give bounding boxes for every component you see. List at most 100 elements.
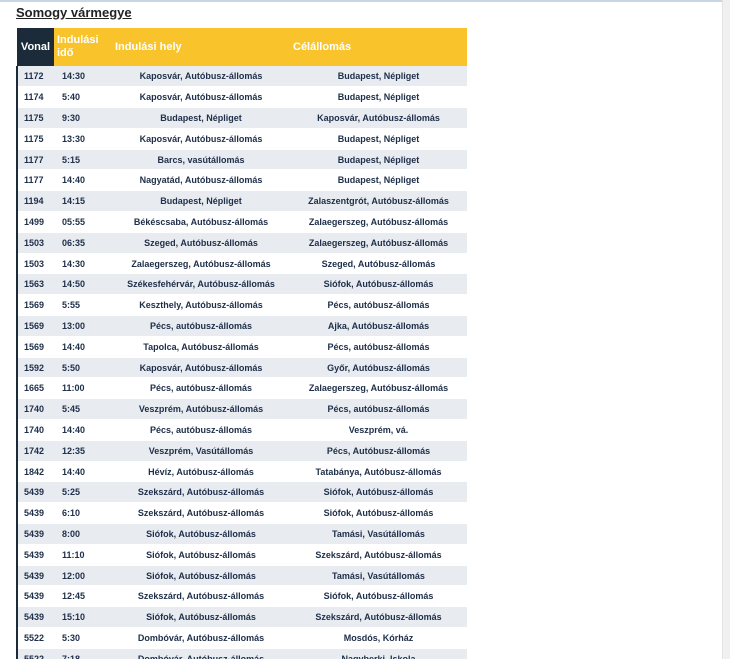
cell-to: Tamási, Vasútállomás — [290, 523, 467, 545]
timetable: Vonal Indulási idő Indulási hely Célállo… — [16, 28, 467, 659]
cell-line: 5522 — [16, 627, 54, 649]
cell-to: Ajka, Autóbusz-állomás — [290, 315, 467, 337]
cell-line: 1569 — [16, 294, 54, 317]
cell-time: 14:50 — [54, 273, 112, 296]
cell-line: 1172 — [16, 66, 54, 88]
cell-from: Szekszárd, Autóbusz-állomás — [112, 585, 290, 608]
cell-time: 05:55 — [54, 211, 112, 233]
cell-line: 1174 — [16, 86, 54, 109]
cell-time: 15:10 — [54, 606, 112, 629]
cell-time: 06:35 — [54, 232, 112, 254]
cell-line: 1842 — [16, 461, 54, 483]
cell-from: Szeged, Autóbusz-állomás — [112, 232, 290, 254]
cell-line: 1563 — [16, 273, 54, 296]
cell-time: 11:00 — [54, 377, 112, 400]
cell-time: 5:15 — [54, 149, 112, 171]
cell-from: Budapest, Népliget — [112, 190, 290, 213]
cell-from: Keszthely, Autóbusz-állomás — [112, 294, 290, 317]
cell-to: Tamási, Vasútállomás — [290, 565, 467, 587]
cell-to: Pécs, autóbusz-állomás — [290, 336, 467, 358]
cell-from: Szekszárd, Autóbusz-állomás — [112, 502, 290, 525]
table-row: 1569 13:00 Pécs, autóbusz-állomás Ajka, Aut… — [16, 315, 467, 337]
cell-to: Siófok, Autóbusz-állomás — [290, 481, 467, 504]
cell-to: Zalaegerszeg, Autóbusz-állomás — [290, 377, 467, 400]
cell-from: Veszprém, Vasútállomás — [112, 440, 290, 462]
cell-time: 5:50 — [54, 357, 112, 379]
cell-time: 5:55 — [54, 294, 112, 317]
cell-time: 11:10 — [54, 544, 112, 566]
cell-line: 1177 — [16, 149, 54, 171]
cell-line: 5522 — [16, 648, 54, 659]
table-row: 1740 14:40 Pécs, autóbusz-állomás Veszprém,… — [16, 419, 467, 441]
cell-line: 5439 — [16, 523, 54, 545]
cell-from: Dombóvár, Autóbusz-állomás — [112, 627, 290, 649]
table-row: 1194 14:15 Budapest, Népliget Zalaszentgrót… — [16, 190, 467, 213]
table-row: 5439 5:25 Szekszárd, Autóbusz-állomás Siófo… — [16, 481, 467, 504]
top-border — [0, 0, 730, 2]
cell-from: Székesfehérvár, Autóbusz-állomás — [112, 273, 290, 296]
cell-time: 12:45 — [54, 585, 112, 608]
table-row: 1175 13:30 Kaposvár, Autóbusz-állomás Budap… — [16, 128, 467, 150]
cell-to: Budapest, Népliget — [290, 128, 467, 150]
cell-to: Tatabánya, Autóbusz-állomás — [290, 461, 467, 483]
cell-line: 1592 — [16, 357, 54, 379]
cell-time: 5:40 — [54, 86, 112, 109]
cell-from: Dombóvár, Autóbusz-állomás — [112, 648, 290, 659]
header-departure-time: Indulási idő — [54, 28, 112, 66]
cell-line: 1665 — [16, 377, 54, 400]
cell-to: Szekszárd, Autóbusz-állomás — [290, 544, 467, 566]
cell-to: Siófok, Autóbusz-állomás — [290, 502, 467, 525]
cell-time: 14:40 — [54, 419, 112, 441]
header-destination: Célállomás — [290, 28, 467, 66]
cell-time: 13:30 — [54, 128, 112, 150]
cell-to: Budapest, Népliget — [290, 149, 467, 171]
table-row: 1665 11:00 Pécs, autóbusz-állomás Zalaegers… — [16, 377, 467, 400]
cell-line: 5439 — [16, 585, 54, 608]
cell-line: 5439 — [16, 502, 54, 525]
page-scrollbar[interactable] — [722, 0, 730, 659]
cell-to: Szeged, Autóbusz-állomás — [290, 253, 467, 275]
cell-line: 1740 — [16, 419, 54, 441]
cell-time: 9:30 — [54, 107, 112, 129]
cell-from: Pécs, autóbusz-állomás — [112, 315, 290, 337]
table-header-row: Vonal Indulási idő Indulási hely Célállo… — [17, 28, 467, 66]
cell-line: 1503 — [16, 253, 54, 275]
table-row: 5439 8:00 Siófok, Autóbusz-állomás Tamási, … — [16, 523, 467, 545]
cell-from: Zalaegerszeg, Autóbusz-állomás — [112, 253, 290, 275]
cell-line: 1740 — [16, 398, 54, 421]
cell-line: 1194 — [16, 190, 54, 213]
cell-line: 5439 — [16, 606, 54, 629]
cell-line: 5439 — [16, 544, 54, 566]
table-row: 1563 14:50 Székesfehérvár, Autóbusz-állomá… — [16, 273, 467, 296]
cell-from: Siófok, Autóbusz-állomás — [112, 544, 290, 566]
table-row: 1177 5:15 Barcs, vasútállomás Budapest, Nép… — [16, 149, 467, 171]
cell-from: Kaposvár, Autóbusz-állomás — [112, 86, 290, 109]
cell-to: Kaposvár, Autóbusz-állomás — [290, 107, 467, 129]
table-row: 1174 5:40 Kaposvár, Autóbusz-állomás Budape… — [16, 86, 467, 109]
cell-from: Barcs, vasútállomás — [112, 149, 290, 171]
cell-line: 1175 — [16, 107, 54, 129]
cell-line: 1177 — [16, 169, 54, 192]
cell-to: Siófok, Autóbusz-állomás — [290, 273, 467, 296]
page-title[interactable]: Somogy vármegye — [16, 5, 132, 20]
header-departure-place: Indulási hely — [112, 28, 290, 66]
cell-from: Kaposvár, Autóbusz-állomás — [112, 128, 290, 150]
table-row: 1842 14:40 Hévíz, Autóbusz-állomás Tatabány… — [16, 461, 467, 483]
cell-time: 6:10 — [54, 502, 112, 525]
cell-time: 12:35 — [54, 440, 112, 462]
table-row: 1503 14:30 Zalaegerszeg, Autóbusz-állomás S… — [16, 253, 467, 275]
table-row: 1175 9:30 Budapest, Népliget Kaposvár, Autó… — [16, 107, 467, 129]
cell-to: Mosdós, Kórház — [290, 627, 467, 649]
table-row: 1592 5:50 Kaposvár, Autóbusz-állomás Győr, … — [16, 357, 467, 379]
table-row: 1177 14:40 Nagyatád, Autóbusz-állomás Budap… — [16, 169, 467, 192]
cell-to: Siófok, Autóbusz-állomás — [290, 585, 467, 608]
cell-time: 8:00 — [54, 523, 112, 545]
cell-from: Pécs, autóbusz-állomás — [112, 377, 290, 400]
cell-time: 5:30 — [54, 627, 112, 649]
table-row: 5522 7:18 Dombóvár, Autóbusz-állomás Nagybe… — [16, 648, 467, 659]
cell-from: Siófok, Autóbusz-állomás — [112, 523, 290, 545]
cell-time: 14:30 — [54, 66, 112, 88]
cell-time: 12:00 — [54, 565, 112, 587]
cell-time: 5:25 — [54, 481, 112, 504]
cell-to: Pécs, autóbusz-állomás — [290, 294, 467, 317]
